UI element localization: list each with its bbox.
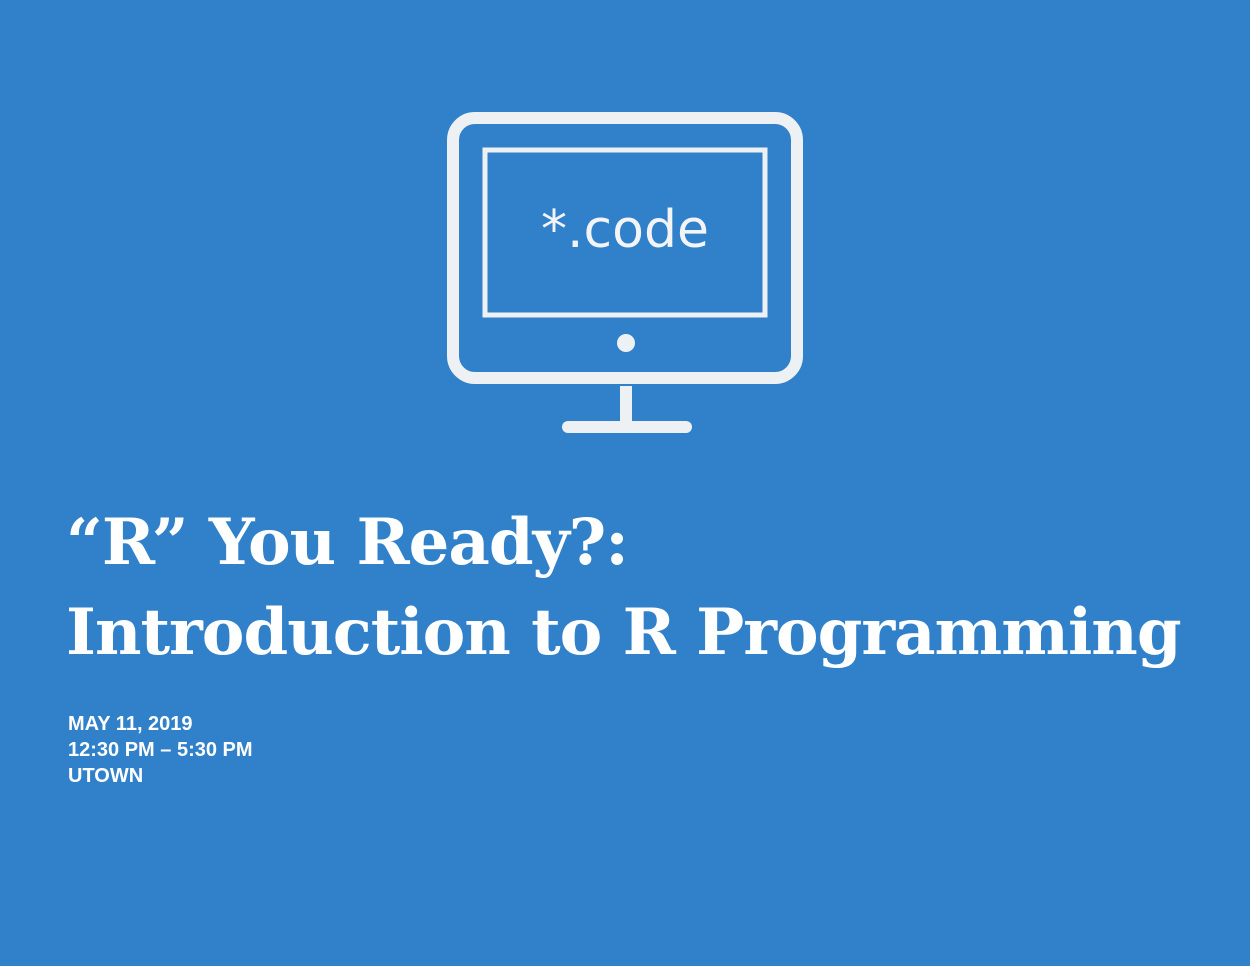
power-button-dot — [617, 334, 635, 352]
event-date: MAY 11, 2019 — [68, 713, 193, 735]
monitor-base — [562, 421, 692, 433]
event-details: MAY 11, 2019 12:30 PM – 5:30 PM UTOWN — [68, 711, 253, 789]
title-line-2: Introduction to R Programming — [66, 595, 1182, 670]
monitor-icon: *.code — [445, 110, 805, 440]
monitor-neck — [620, 386, 632, 426]
screen-code-text: *.code — [541, 200, 709, 260]
event-location: UTOWN — [68, 765, 144, 787]
title-line-1: “R” You Ready?: — [66, 505, 629, 580]
page-title: “R” You Ready?: Introduction to R Progra… — [66, 498, 1182, 678]
event-time: 12:30 PM – 5:30 PM — [68, 739, 253, 761]
